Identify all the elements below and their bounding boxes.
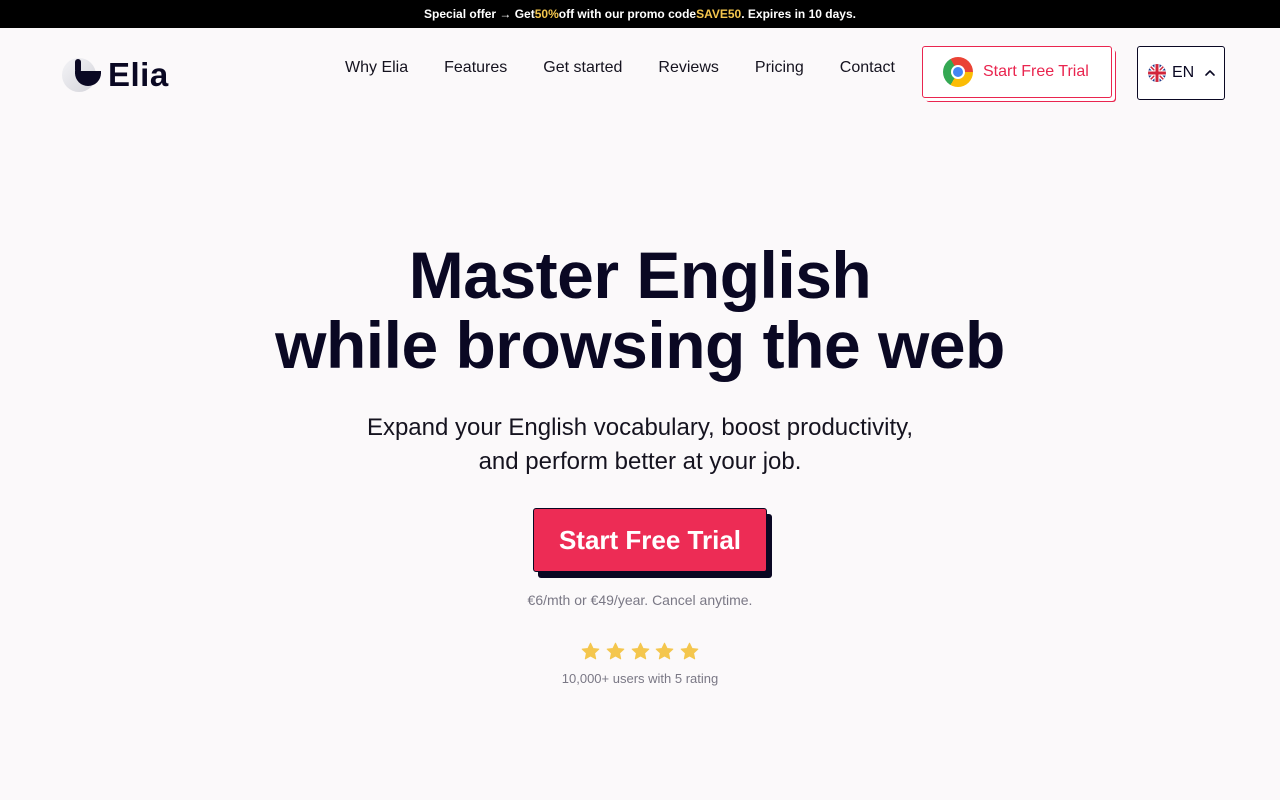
- chrome-icon: [943, 57, 973, 87]
- header-start-trial-button[interactable]: Start Free Trial: [922, 46, 1112, 98]
- main-nav: Why Elia Features Get started Reviews Pr…: [345, 59, 895, 77]
- nav-contact[interactable]: Contact: [840, 59, 895, 77]
- star-icon: [680, 642, 699, 660]
- hero-start-trial-button[interactable]: Start Free Trial: [533, 508, 767, 572]
- header-trial-label: Start Free Trial: [983, 63, 1089, 80]
- rating-note: 10,000+ users with 5 rating: [561, 671, 719, 686]
- hero-subtitle-line1: Expand your English vocabulary, boost pr…: [366, 414, 914, 441]
- hero-title-line1: Master English: [408, 238, 872, 312]
- star-icon: [655, 642, 674, 660]
- promo-text-before: Special offer → Get: [424, 7, 535, 21]
- chevron-up-icon: [1205, 70, 1216, 76]
- promo-discount: 50%: [534, 7, 559, 21]
- site-header: Elia Why Elia Features Get started Revie…: [0, 28, 1280, 118]
- promo-code: SAVE50: [696, 7, 742, 21]
- nav-features[interactable]: Features: [444, 59, 507, 77]
- logo[interactable]: Elia: [62, 54, 169, 94]
- brand-name: Elia: [108, 55, 169, 93]
- nav-why-elia[interactable]: Why Elia: [345, 59, 408, 77]
- hero-title: Master English while browsing the web: [0, 240, 1280, 380]
- hero-title-line2: while browsing the web: [275, 308, 1005, 382]
- star-icon: [631, 642, 649, 660]
- nav-get-started[interactable]: Get started: [543, 59, 622, 77]
- promo-text-middle: off with our promo code: [558, 7, 697, 21]
- uk-flag-icon: [1148, 64, 1166, 82]
- hero-subtitle: Expand your English vocabulary, boost pr…: [0, 411, 1280, 479]
- rating-stars: [580, 641, 700, 662]
- nav-reviews[interactable]: Reviews: [658, 59, 718, 77]
- nav-pricing[interactable]: Pricing: [755, 59, 804, 77]
- language-selector[interactable]: EN: [1137, 46, 1225, 100]
- promo-text-after: . Expires in 10 days.: [741, 7, 856, 21]
- promo-banner: Special offer → Get 50% off with our pro…: [0, 0, 1280, 28]
- price-note: €6/mth or €49/year. Cancel anytime.: [527, 592, 753, 608]
- logo-mark-icon: [62, 58, 101, 92]
- star-icon: [581, 642, 600, 660]
- star-icon: [606, 642, 625, 660]
- language-code: EN: [1172, 64, 1195, 81]
- hero-subtitle-line2: and perform better at your job.: [478, 448, 802, 475]
